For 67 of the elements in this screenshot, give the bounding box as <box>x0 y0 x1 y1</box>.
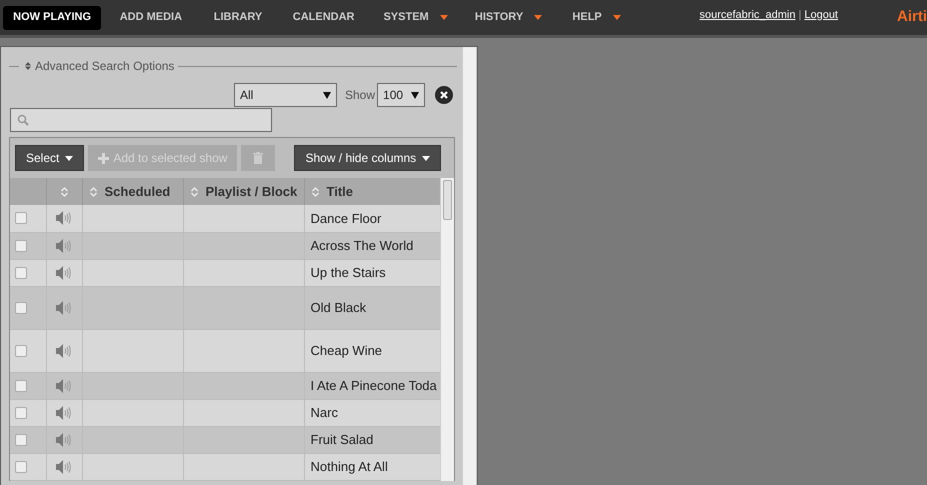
table-cell: Old Black <box>310 300 366 315</box>
table-cell: Across The World <box>310 238 414 253</box>
speaker-icon[interactable] <box>56 460 72 474</box>
trash-icon <box>253 152 264 164</box>
caret-icon <box>440 15 448 20</box>
nav-tab[interactable]: NOW PLAYING <box>3 6 102 30</box>
caret-icon <box>411 92 420 98</box>
speaker-icon[interactable] <box>56 238 72 252</box>
caret-icon <box>65 156 74 160</box>
plus-icon <box>98 152 110 164</box>
page-size-dropdown[interactable]: 100 <box>377 83 426 107</box>
sort-icon <box>60 186 68 196</box>
nav-tab[interactable]: HELP <box>558 6 636 30</box>
separator: | <box>798 8 802 23</box>
speaker-icon[interactable] <box>56 300 72 314</box>
scrollbar-thumb[interactable] <box>443 180 452 220</box>
type-dropdown[interactable]: All <box>234 83 337 107</box>
caret-icon <box>534 15 542 20</box>
caret-icon <box>612 15 621 20</box>
table-cell: Up the Stairs <box>310 264 386 280</box>
columns-button[interactable]: Show / hide columns <box>294 145 442 171</box>
row-checkbox[interactable] <box>15 406 27 418</box>
row-checkbox[interactable] <box>15 240 27 252</box>
table-cell: Fruit Salad <box>310 432 374 447</box>
search-field[interactable] <box>10 108 272 132</box>
nav-tab[interactable]: ADD MEDIA <box>105 6 197 30</box>
nav-tab[interactable]: CALENDAR <box>279 6 368 30</box>
logout-link[interactable]: Logout <box>804 6 838 24</box>
sort-icon <box>25 62 31 70</box>
table-cell: I Ate A Pinecone Toda <box>310 378 437 393</box>
table-cell: Cheap Wine <box>310 342 382 358</box>
row-checkbox[interactable] <box>15 380 27 392</box>
nav-tab[interactable]: LIBRARY <box>200 6 276 30</box>
column-header[interactable]: Scheduled <box>104 182 170 202</box>
user-link[interactable]: sourcefabric_admin <box>699 6 796 24</box>
speaker-icon[interactable] <box>56 406 72 420</box>
sort-icon <box>312 186 318 196</box>
close-icon[interactable] <box>435 86 454 104</box>
row-checkbox[interactable] <box>15 434 27 446</box>
row-checkbox[interactable] <box>15 302 27 314</box>
table-cell: Narc <box>310 404 338 420</box>
row-checkbox[interactable] <box>15 212 27 224</box>
scrollbar[interactable] <box>462 47 476 485</box>
caret-icon <box>422 156 430 160</box>
speaker-icon[interactable] <box>56 432 72 446</box>
caret-icon <box>323 92 331 98</box>
table-cell: Nothing At All <box>310 458 388 474</box>
row-checkbox[interactable] <box>15 266 27 278</box>
row-checkbox[interactable] <box>15 460 27 472</box>
show-label: Show <box>345 87 376 104</box>
column-header[interactable]: Playlist / Block <box>206 182 298 202</box>
speaker-icon[interactable] <box>56 266 72 280</box>
speaker-icon[interactable] <box>56 344 72 358</box>
sort-icon <box>190 186 198 196</box>
advanced-search-toggle[interactable]: Advanced Search Options <box>35 57 174 75</box>
select-button[interactable]: Select <box>15 145 84 171</box>
table-cell: Dance Floor <box>310 210 382 226</box>
delete-button[interactable] <box>241 145 276 171</box>
column-header[interactable]: Title <box>326 182 353 202</box>
nav-tab[interactable]: SYSTEM <box>372 6 460 30</box>
search-icon <box>17 114 29 126</box>
brand-logo: Airti <box>897 7 927 28</box>
speaker-icon[interactable] <box>56 211 72 226</box>
row-checkbox[interactable] <box>15 344 27 356</box>
sort-icon <box>90 186 96 196</box>
speaker-icon[interactable] <box>56 378 72 392</box>
nav-tab[interactable]: HISTORY <box>463 6 554 30</box>
